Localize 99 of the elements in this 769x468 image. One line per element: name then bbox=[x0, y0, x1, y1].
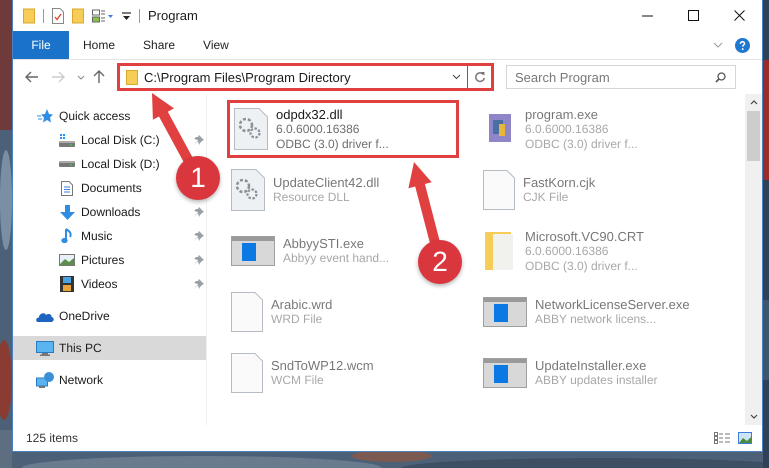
file-name: odpdx32.dll bbox=[276, 106, 344, 122]
help-icon[interactable] bbox=[735, 38, 750, 52]
file-name: Arabic.wrd bbox=[271, 297, 332, 312]
file-tile[interactable]: UpdateInstaller.exe ABBY updates installer bbox=[479, 344, 662, 402]
file-detail: ABBY updates installer bbox=[535, 373, 658, 388]
customize-toolbar-icon[interactable] bbox=[122, 10, 131, 20]
search-field[interactable]: Search Program bbox=[506, 65, 736, 89]
pin-icon[interactable] bbox=[194, 231, 204, 241]
file-name: UpdateClient42.dll bbox=[273, 175, 380, 190]
drive-icon bbox=[59, 161, 75, 167]
pin-icon[interactable] bbox=[194, 279, 204, 289]
scroll-thumb[interactable] bbox=[747, 111, 760, 161]
scroll-up-icon[interactable] bbox=[750, 100, 758, 105]
file-detail: ODBC (3.0) driver f... bbox=[525, 136, 638, 152]
sidebar-item[interactable]: Quick access bbox=[35, 104, 132, 128]
folder-icon[interactable] bbox=[23, 8, 35, 24]
file-tile[interactable]: SndToWP12.wcm WCM File bbox=[227, 344, 378, 402]
pin-icon[interactable] bbox=[194, 255, 204, 265]
dropdown-caret-icon[interactable] bbox=[452, 74, 461, 80]
sidebar-item[interactable]: Local Disk (D:) bbox=[57, 152, 162, 176]
sidebar-item[interactable]: OneDrive bbox=[35, 304, 112, 328]
gear-document-icon bbox=[234, 108, 268, 150]
file-detail: WCM File bbox=[271, 373, 325, 388]
cloud-icon bbox=[36, 310, 54, 322]
document-icon bbox=[61, 180, 73, 196]
file-detail: ODBC (3.0) driver f... bbox=[525, 258, 639, 274]
star-icon bbox=[37, 109, 53, 123]
sidebar-item[interactable]: Downloads bbox=[57, 200, 142, 224]
details-view-icon[interactable] bbox=[714, 432, 730, 444]
file-tile[interactable]: NetworkLicenseServer.exe ABBY network licens... bbox=[479, 283, 694, 341]
file-tile[interactable]: Microsoft.VC90.CRT 6.0.6000.16386 ODBC (3.0) driver f... bbox=[479, 222, 648, 280]
sidebar-item[interactable]: Local Disk (C:) bbox=[57, 128, 162, 152]
blank-file-icon bbox=[231, 292, 263, 332]
minimize-icon bbox=[642, 14, 652, 16]
blank-file-icon bbox=[483, 170, 515, 210]
back-arrow-icon[interactable] bbox=[25, 71, 39, 83]
file-detail: CJK File bbox=[523, 190, 570, 205]
sidebar-item[interactable]: Network bbox=[35, 368, 106, 392]
folder-icon bbox=[126, 70, 138, 84]
pin-icon[interactable] bbox=[194, 207, 204, 217]
new-folder-icon[interactable] bbox=[72, 8, 84, 24]
application-window-icon bbox=[483, 358, 527, 388]
file-tile[interactable]: FastKorn.cjk CJK File bbox=[479, 161, 600, 219]
file-detail: ABBY network licens... bbox=[535, 312, 658, 327]
close-icon bbox=[734, 10, 744, 21]
file-name: program.exe bbox=[525, 106, 599, 122]
pin-icon[interactable] bbox=[194, 135, 204, 145]
refresh-icon[interactable] bbox=[474, 71, 486, 83]
up-arrow-icon[interactable] bbox=[93, 70, 105, 84]
sidebar-item[interactable]: Documents bbox=[57, 176, 144, 200]
music-note-icon bbox=[61, 228, 73, 244]
address-field[interactable]: C:\Program Files\Program Directory bbox=[117, 63, 494, 91]
sidebar-item[interactable]: Videos bbox=[57, 272, 120, 296]
file-name: UpdateInstaller.exe bbox=[535, 358, 648, 373]
sidebar-item[interactable]: Pictures bbox=[57, 248, 126, 272]
file-tile[interactable]: odpdx32.dll 6.0.6000.16386 ODBC (3.0) driver f... bbox=[227, 100, 459, 158]
file-name: SndToWP12.wcm bbox=[271, 358, 374, 373]
expand-ribbon-icon[interactable] bbox=[713, 42, 723, 48]
large-icons-view-icon[interactable] bbox=[738, 432, 752, 444]
file-detail: 6.0.6000.16386 bbox=[525, 244, 610, 258]
network-icon bbox=[36, 372, 54, 388]
item-count: 125 items bbox=[26, 431, 78, 445]
properties-icon[interactable] bbox=[52, 8, 64, 24]
file-tile[interactable]: program.exe 6.0.6000.16386 ODBC (3.0) driver f... bbox=[479, 100, 642, 158]
ribbon-tab[interactable]: Home bbox=[69, 31, 130, 59]
file-tile[interactable]: AbbyySTI.exe Abbyy event hand... bbox=[227, 222, 394, 280]
file-name: Microsoft.VC90.CRT bbox=[525, 228, 644, 244]
file-name: FastKorn.cjk bbox=[523, 175, 596, 190]
scroll-down-icon[interactable] bbox=[750, 414, 758, 419]
window-title: Program bbox=[148, 8, 198, 23]
scrollbar[interactable] bbox=[745, 94, 762, 425]
ribbon-tab[interactable]: File bbox=[13, 31, 69, 59]
file-detail: 6.0.6000.16386 bbox=[525, 122, 610, 136]
drive-icon bbox=[59, 134, 75, 146]
file-detail: WRD File bbox=[271, 312, 324, 327]
gear-document-icon bbox=[231, 169, 265, 211]
file-detail: 6.0.6000.16386 bbox=[276, 122, 360, 136]
file-name: NetworkLicenseServer.exe bbox=[535, 297, 690, 312]
landscape-picture-icon bbox=[59, 254, 75, 266]
view-dropdown-icon[interactable] bbox=[92, 8, 114, 22]
blank-file-icon bbox=[231, 353, 263, 393]
file-detail: Resource DLL bbox=[273, 190, 351, 205]
file-detail: Abbyy event hand... bbox=[283, 251, 390, 266]
sidebar-item[interactable]: This PC bbox=[13, 336, 206, 360]
monitor-icon bbox=[36, 340, 54, 356]
recent-locations-caret-icon[interactable] bbox=[77, 74, 85, 80]
file-name: AbbyySTI.exe bbox=[283, 236, 365, 251]
maximize-icon bbox=[688, 10, 698, 21]
application-window-icon bbox=[231, 236, 275, 266]
download-arrow-icon bbox=[60, 204, 74, 220]
sidebar-item[interactable]: Music bbox=[57, 224, 114, 248]
film-strip-icon bbox=[60, 276, 74, 292]
file-detail: ODBC (3.0) driver f... bbox=[276, 136, 389, 152]
file-tile[interactable]: Arabic.wrd WRD File bbox=[227, 283, 336, 341]
application-window-icon bbox=[483, 297, 527, 327]
ribbon-tab[interactable]: Share bbox=[129, 31, 190, 59]
search-icon[interactable] bbox=[715, 72, 726, 83]
file-tile[interactable]: UpdateClient42.dll Resource DLL bbox=[227, 161, 384, 219]
ribbon-tab[interactable]: View bbox=[189, 31, 243, 59]
